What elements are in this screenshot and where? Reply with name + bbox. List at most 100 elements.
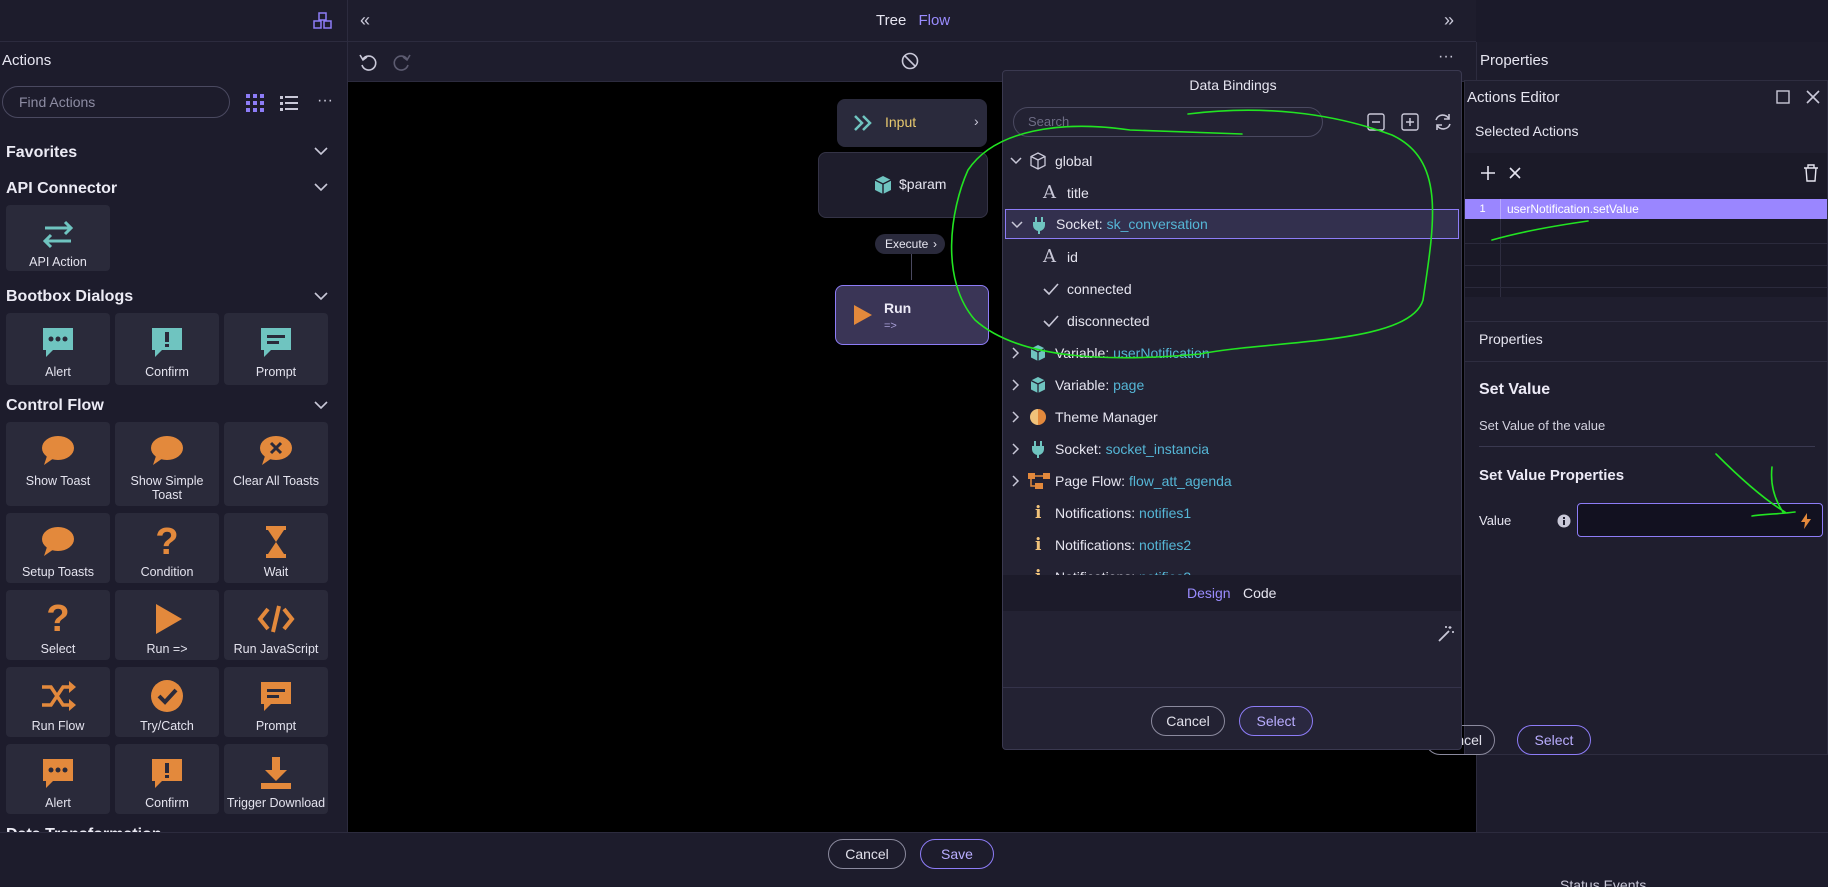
grid-view-icon[interactable] bbox=[246, 94, 264, 112]
tree-item-id[interactable]: A id bbox=[1003, 241, 1463, 273]
tree-item-theme-manager[interactable]: Theme Manager bbox=[1003, 401, 1463, 433]
value-input[interactable] bbox=[1577, 503, 1823, 537]
tile-select[interactable]: ? Select bbox=[6, 590, 110, 660]
chevron-down-icon[interactable] bbox=[314, 400, 328, 410]
tree-item-connected[interactable]: connected bbox=[1003, 273, 1463, 305]
tree-item-socket-sk-conversation[interactable]: Socket: sk_conversation bbox=[1005, 209, 1459, 239]
mode-tabs: Design Code bbox=[1003, 575, 1461, 611]
cancel-button[interactable]: Cancel bbox=[1151, 706, 1225, 736]
action-row[interactable]: 1 userNotification.setValue bbox=[1465, 199, 1827, 219]
shuffle-icon bbox=[42, 681, 76, 711]
tile-setup-toasts[interactable]: Setup Toasts bbox=[6, 513, 110, 583]
chevron-right-icon[interactable] bbox=[1009, 410, 1023, 424]
tile-confirm-2[interactable]: Confirm bbox=[115, 744, 219, 814]
remove-icon[interactable] bbox=[1509, 167, 1521, 179]
chevron-down-icon[interactable] bbox=[1010, 218, 1024, 232]
chevron-right-icon[interactable] bbox=[1009, 378, 1023, 392]
tree-item-page-flow[interactable]: Page Flow: flow_att_agenda bbox=[1003, 465, 1463, 497]
value-label: Value bbox=[1479, 513, 1512, 528]
tile-condition[interactable]: ? Condition bbox=[115, 513, 219, 583]
tab-code[interactable]: Code bbox=[1243, 585, 1276, 601]
tab-flow[interactable]: Flow bbox=[918, 12, 950, 29]
find-actions-input[interactable]: Find Actions bbox=[2, 86, 230, 118]
actions-list: 1 userNotification.setValue bbox=[1465, 193, 1827, 297]
tile-show-simple-toast[interactable]: Show Simple Toast bbox=[115, 422, 219, 506]
magic-wand-icon[interactable] bbox=[1437, 625, 1455, 643]
undo-icon[interactable] bbox=[358, 52, 378, 72]
section-bootbox[interactable]: Bootbox Dialogs bbox=[6, 288, 133, 306]
collapse-right-icon[interactable]: » bbox=[1444, 10, 1454, 31]
tree-item-notifications-2[interactable]: i Notifications: notifies2 bbox=[1003, 529, 1463, 561]
expression-editor[interactable] bbox=[1003, 611, 1461, 687]
chevron-down-icon[interactable] bbox=[314, 291, 328, 301]
tile-run-flow[interactable]: Run Flow bbox=[6, 667, 110, 737]
tab-design[interactable]: Design bbox=[1187, 585, 1231, 601]
tile-api-action[interactable]: API Action bbox=[6, 205, 110, 271]
tree-item-notifications-1[interactable]: i Notifications: notifies1 bbox=[1003, 497, 1463, 529]
bindings-search-input[interactable]: Search bbox=[1013, 107, 1323, 137]
tile-prompt-2[interactable]: Prompt bbox=[224, 667, 328, 737]
execute-port[interactable]: Execute › bbox=[875, 234, 945, 254]
ae-select-button[interactable]: Select bbox=[1517, 725, 1591, 755]
chevron-down-icon[interactable] bbox=[1009, 154, 1023, 168]
trash-icon[interactable] bbox=[1803, 164, 1819, 182]
add-icon[interactable] bbox=[1481, 166, 1495, 180]
info-icon[interactable] bbox=[1557, 514, 1571, 528]
tree-item-variable-usernotification[interactable]: Variable: userNotification bbox=[1003, 337, 1463, 369]
more-options-icon[interactable]: ··· bbox=[317, 92, 333, 110]
tile-confirm[interactable]: Confirm bbox=[115, 313, 219, 385]
bottom-bar: Cancel Save Status Events bbox=[0, 832, 1828, 887]
tab-tree[interactable]: Tree bbox=[876, 12, 906, 29]
tile-clear-all-toasts[interactable]: Clear All Toasts bbox=[224, 422, 328, 506]
chevron-down-icon[interactable] bbox=[314, 146, 328, 156]
tree-item-variable-page[interactable]: Variable: page bbox=[1003, 369, 1463, 401]
section-favorites[interactable]: Favorites bbox=[6, 144, 77, 162]
chat-exclamation-icon bbox=[152, 759, 182, 788]
refresh-icon[interactable] bbox=[1433, 112, 1453, 132]
bindings-tree: global A title Socket: sk_conversation A… bbox=[1003, 145, 1463, 645]
cubes-icon[interactable] bbox=[313, 12, 333, 30]
connector-line bbox=[911, 254, 912, 280]
list-view-icon[interactable] bbox=[280, 95, 298, 111]
lightning-icon[interactable] bbox=[1800, 513, 1812, 529]
maximize-icon[interactable] bbox=[1776, 90, 1790, 104]
footer-save-button[interactable]: Save bbox=[920, 839, 994, 869]
tile-alert-2[interactable]: Alert bbox=[6, 744, 110, 814]
tile-run[interactable]: Run => bbox=[115, 590, 219, 660]
chat-exclamation-icon bbox=[152, 328, 182, 357]
expand-all-icon[interactable] bbox=[1401, 113, 1419, 131]
actions-editor-dialog: Actions Editor Selected Actions 1 userNo… bbox=[1425, 80, 1828, 755]
close-icon[interactable] bbox=[1806, 90, 1820, 104]
collapse-all-icon[interactable] bbox=[1367, 113, 1385, 131]
tile-try-catch[interactable]: Try/Catch bbox=[115, 667, 219, 737]
tile-run-javascript[interactable]: Run JavaScript bbox=[224, 590, 328, 660]
section-control-flow[interactable]: Control Flow bbox=[6, 397, 104, 415]
selected-actions-label: Selected Actions bbox=[1475, 123, 1579, 139]
chat-x-icon bbox=[260, 436, 292, 465]
check-circle-icon bbox=[151, 680, 183, 712]
tree-item-disconnected[interactable]: disconnected bbox=[1003, 305, 1463, 337]
select-button[interactable]: Select bbox=[1239, 706, 1313, 736]
tree-item-title[interactable]: A title bbox=[1003, 177, 1463, 209]
run-node[interactable]: Run => bbox=[835, 285, 989, 345]
tile-prompt[interactable]: Prompt bbox=[224, 313, 328, 385]
chevron-down-icon[interactable] bbox=[314, 182, 328, 192]
footer-cancel-button[interactable]: Cancel bbox=[828, 839, 906, 869]
cube-icon bbox=[1030, 377, 1046, 393]
disable-icon[interactable] bbox=[901, 52, 919, 70]
chevron-right-icon[interactable] bbox=[1009, 346, 1023, 360]
section-api-connector[interactable]: API Connector bbox=[6, 180, 117, 198]
input-node[interactable]: Input › bbox=[837, 99, 987, 147]
tile-trigger-download[interactable]: Trigger Download bbox=[224, 744, 328, 814]
tree-item-global[interactable]: global bbox=[1003, 145, 1463, 177]
more-options-icon[interactable]: ··· bbox=[1438, 48, 1454, 66]
param-node[interactable]: $param bbox=[818, 152, 988, 218]
collapse-left-icon[interactable]: « bbox=[360, 10, 370, 31]
tile-show-toast[interactable]: Show Toast bbox=[6, 422, 110, 506]
chevron-right-icon[interactable] bbox=[1009, 442, 1023, 456]
tree-item-socket-instancia[interactable]: Socket: socket_instancia bbox=[1003, 433, 1463, 465]
tile-alert[interactable]: Alert bbox=[6, 313, 110, 385]
redo-icon[interactable] bbox=[392, 52, 412, 72]
tile-wait[interactable]: Wait bbox=[224, 513, 328, 583]
chevron-right-icon[interactable] bbox=[1009, 474, 1023, 488]
